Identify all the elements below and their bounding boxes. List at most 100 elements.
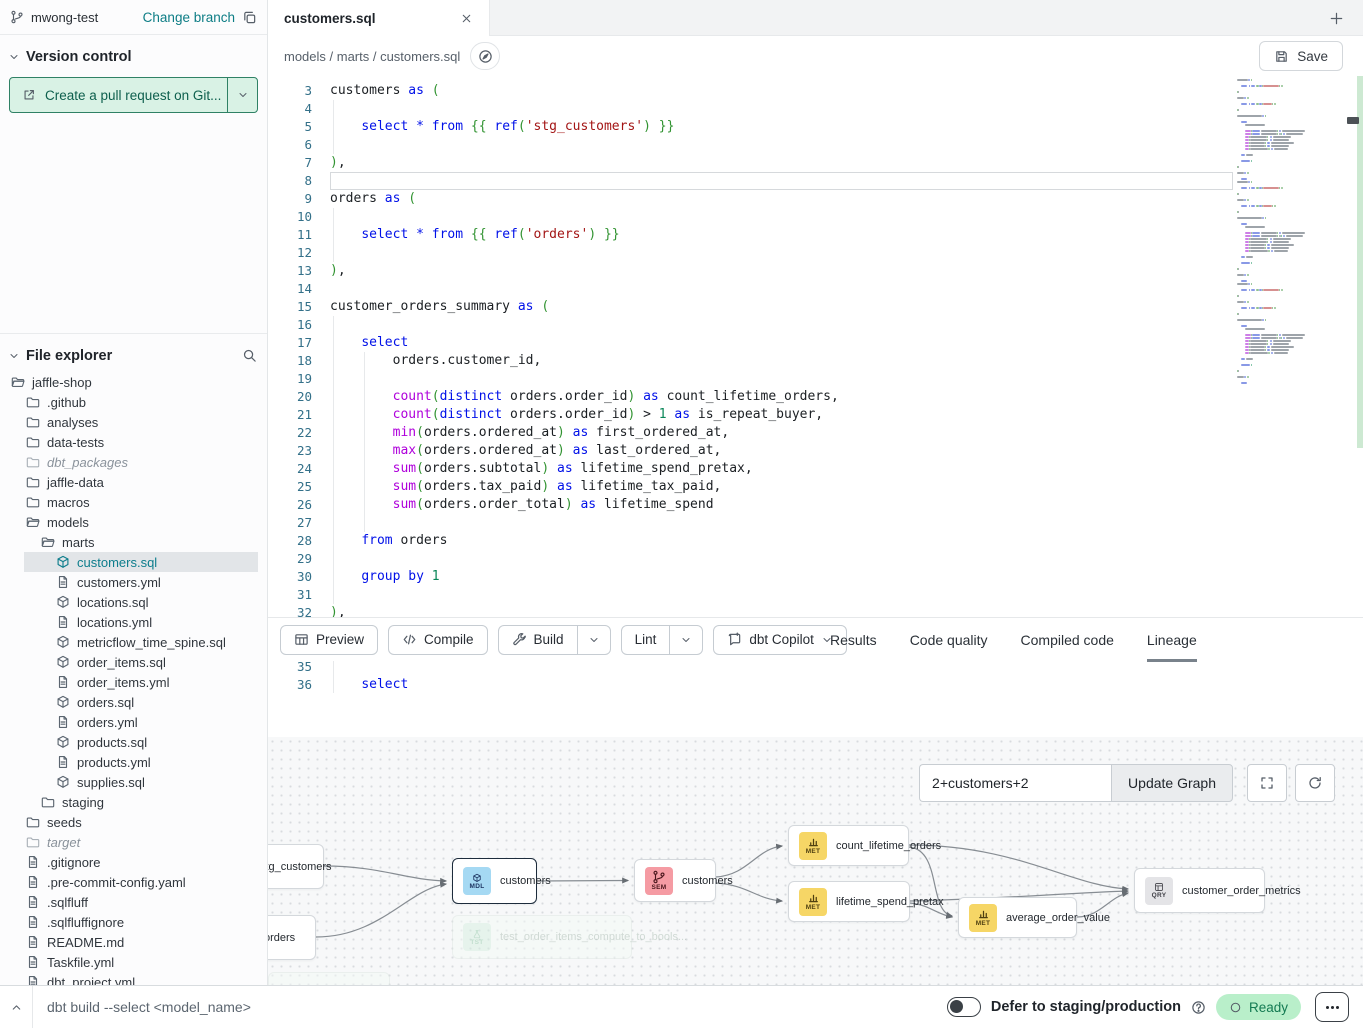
code-line-18[interactable]: 18 orders.customer_id, — [268, 352, 1233, 370]
lineage-node-lifetime-spend-pretax[interactable]: METlifetime_spend_pretax — [788, 881, 910, 922]
code-line-19[interactable]: 19 — [268, 370, 1233, 388]
tree-item-order-items-sql[interactable]: order_items.sql — [0, 652, 267, 672]
code-line-7[interactable]: 7), — [268, 154, 1233, 172]
tree-item--github[interactable]: .github — [0, 392, 267, 412]
code-line-27[interactable]: 27 — [268, 514, 1233, 532]
code-line-20[interactable]: 20 count(distinct orders.order_id) as co… — [268, 388, 1233, 406]
lineage-panel[interactable]: MDLstg_customersMDLordersMDLcustomersTST… — [268, 737, 1363, 985]
tree-item-dbt-project-yml[interactable]: dbt_project.yml — [0, 972, 267, 985]
code-line-31[interactable]: 31 — [268, 586, 1233, 604]
code-line-14[interactable]: 14 — [268, 280, 1233, 298]
code-line-12[interactable]: 12 — [268, 244, 1233, 262]
tab-customers-sql[interactable]: customers.sql — [268, 0, 490, 36]
tree-item-readme-md[interactable]: README.md — [0, 932, 267, 952]
compile-button[interactable]: Compile — [388, 625, 488, 655]
code-line-21[interactable]: 21 count(distinct orders.order_id) > 1 a… — [268, 406, 1233, 424]
dbt-copilot-button[interactable]: dbt Copilot — [713, 625, 847, 655]
defer-toggle[interactable] — [947, 997, 981, 1017]
close-icon[interactable] — [460, 12, 473, 25]
lineage-node-customers[interactable]: SEMcustomers — [634, 859, 716, 902]
code-line-13[interactable]: 13), — [268, 262, 1233, 280]
tree-item-macros[interactable]: macros — [0, 492, 267, 512]
code-line-24[interactable]: 24 sum(orders.subtotal) as lifetime_spen… — [268, 460, 1233, 478]
copy-icon[interactable] — [242, 10, 257, 25]
fullscreen-button[interactable] — [1247, 764, 1287, 802]
tree-item-locations-sql[interactable]: locations.sql — [0, 592, 267, 612]
tree-item-order-items-yml[interactable]: order_items.yml — [0, 672, 267, 692]
tab-code-quality[interactable]: Code quality — [910, 618, 988, 662]
tab-compiled-code[interactable]: Compiled code — [1021, 618, 1114, 662]
tree-item--pre-commit-config-yaml[interactable]: .pre-commit-config.yaml — [0, 872, 267, 892]
tab-lineage[interactable]: Lineage — [1147, 618, 1197, 662]
code-line-6[interactable]: 6 — [268, 136, 1233, 154]
code-line-15[interactable]: 15customer_orders_summary as ( — [268, 298, 1233, 316]
code-line-4[interactable]: 4 — [268, 100, 1233, 118]
editor-scrollbar[interactable] — [1345, 76, 1363, 448]
code-line-30[interactable]: 30 group by 1 — [268, 568, 1233, 586]
refresh-button[interactable] — [1295, 764, 1335, 802]
tree-item-customers-yml[interactable]: customers.yml — [0, 572, 267, 592]
tree-item-seeds[interactable]: seeds — [0, 812, 267, 832]
code-line-8[interactable]: 8 — [268, 172, 1233, 190]
code-line-17[interactable]: 17 select — [268, 334, 1233, 352]
minimap[interactable] — [1233, 76, 1345, 448]
tree-item--sqlfluff[interactable]: .sqlfluff — [0, 892, 267, 912]
tree-item-jaffle-shop[interactable]: jaffle-shop — [0, 372, 267, 392]
code-line-36[interactable]: 36 select — [268, 676, 1233, 693]
lineage-selector-input[interactable] — [919, 764, 1111, 802]
tree-item-jaffle-data[interactable]: jaffle-data — [0, 472, 267, 492]
change-branch-link[interactable]: Change branch — [143, 10, 235, 25]
code-line-29[interactable]: 29 — [268, 550, 1233, 568]
tab-results[interactable]: Results — [830, 618, 877, 662]
collapse-panel-button[interactable] — [0, 986, 33, 1028]
file-explorer-header[interactable]: File explorer — [0, 333, 267, 367]
tree-item-locations-yml[interactable]: locations.yml — [0, 612, 267, 632]
tree-item-products-sql[interactable]: products.sql — [0, 732, 267, 752]
pr-dropdown-button[interactable] — [227, 78, 257, 112]
help-icon[interactable] — [1191, 1000, 1206, 1015]
dbt-command-input[interactable] — [47, 999, 467, 1015]
code-line-10[interactable]: 10 — [268, 208, 1233, 226]
code-line-9[interactable]: 9orders as ( — [268, 190, 1233, 208]
lineage-node-test-order-items-compute-to-bools-[interactable]: TSTtest_order_items_compute_to_bools... — [452, 915, 632, 959]
more-options-button[interactable] — [1315, 992, 1349, 1022]
ready-status-badge[interactable]: Ready — [1216, 994, 1301, 1020]
code-line-22[interactable]: 22 min(orders.ordered_at) as first_order… — [268, 424, 1233, 442]
tree-item-taskfile-yml[interactable]: Taskfile.yml — [0, 952, 267, 972]
explore-lineage-button[interactable] — [470, 42, 500, 70]
code-line-25[interactable]: 25 sum(orders.tax_paid) as lifetime_tax_… — [268, 478, 1233, 496]
tree-item-dbt-packages[interactable]: dbt_packages — [0, 452, 267, 472]
update-graph-button[interactable]: Update Graph — [1111, 764, 1233, 802]
preview-button[interactable]: Preview — [280, 625, 378, 655]
tree-item-staging[interactable]: staging — [0, 792, 267, 812]
tree-item-customers-sql[interactable]: customers.sql — [0, 552, 267, 572]
tree-item-models[interactable]: models — [0, 512, 267, 532]
tree-item-data-tests[interactable]: data-tests — [0, 432, 267, 452]
tree-item-orders-sql[interactable]: orders.sql — [0, 692, 267, 712]
code-editor[interactable]: 3customers as (45 select * from {{ ref('… — [268, 76, 1363, 693]
code-line-11[interactable]: 11 select * from {{ ref('orders') }} — [268, 226, 1233, 244]
code-line-28[interactable]: 28 from orders — [268, 532, 1233, 550]
save-button[interactable]: Save — [1259, 41, 1343, 71]
build-dropdown-button[interactable] — [577, 626, 610, 654]
tree-item-marts[interactable]: marts — [0, 532, 267, 552]
code-line-23[interactable]: 23 max(orders.ordered_at) as last_ordere… — [268, 442, 1233, 460]
lint-button[interactable]: Lint — [622, 626, 670, 654]
lineage-node-average-order-value[interactable]: METaverage_order_value — [958, 897, 1077, 938]
lineage-node-customers[interactable]: MDLcustomers — [452, 858, 537, 904]
tree-item-target[interactable]: target — [0, 832, 267, 852]
tree-item-orders-yml[interactable]: orders.yml — [0, 712, 267, 732]
code-line-16[interactable]: 16 — [268, 316, 1233, 334]
tree-item-supplies-sql[interactable]: supplies.sql — [0, 772, 267, 792]
create-pr-button[interactable]: Create a pull request on Git... — [9, 77, 258, 113]
search-icon[interactable] — [242, 348, 257, 363]
code-line-3[interactable]: 3customers as ( — [268, 82, 1233, 100]
tree-item-analyses[interactable]: analyses — [0, 412, 267, 432]
version-control-header[interactable]: Version control — [0, 35, 267, 75]
code-line-5[interactable]: 5 select * from {{ ref('stg_customers') … — [268, 118, 1233, 136]
lineage-node-customer-order-metrics[interactable]: QRYcustomer_order_metrics — [1134, 868, 1265, 913]
tree-item-metricflow-time-spine-sql[interactable]: metricflow_time_spine.sql — [0, 632, 267, 652]
new-tab-button[interactable] — [1325, 7, 1347, 29]
build-button[interactable]: Build — [499, 626, 577, 654]
tree-item-products-yml[interactable]: products.yml — [0, 752, 267, 772]
